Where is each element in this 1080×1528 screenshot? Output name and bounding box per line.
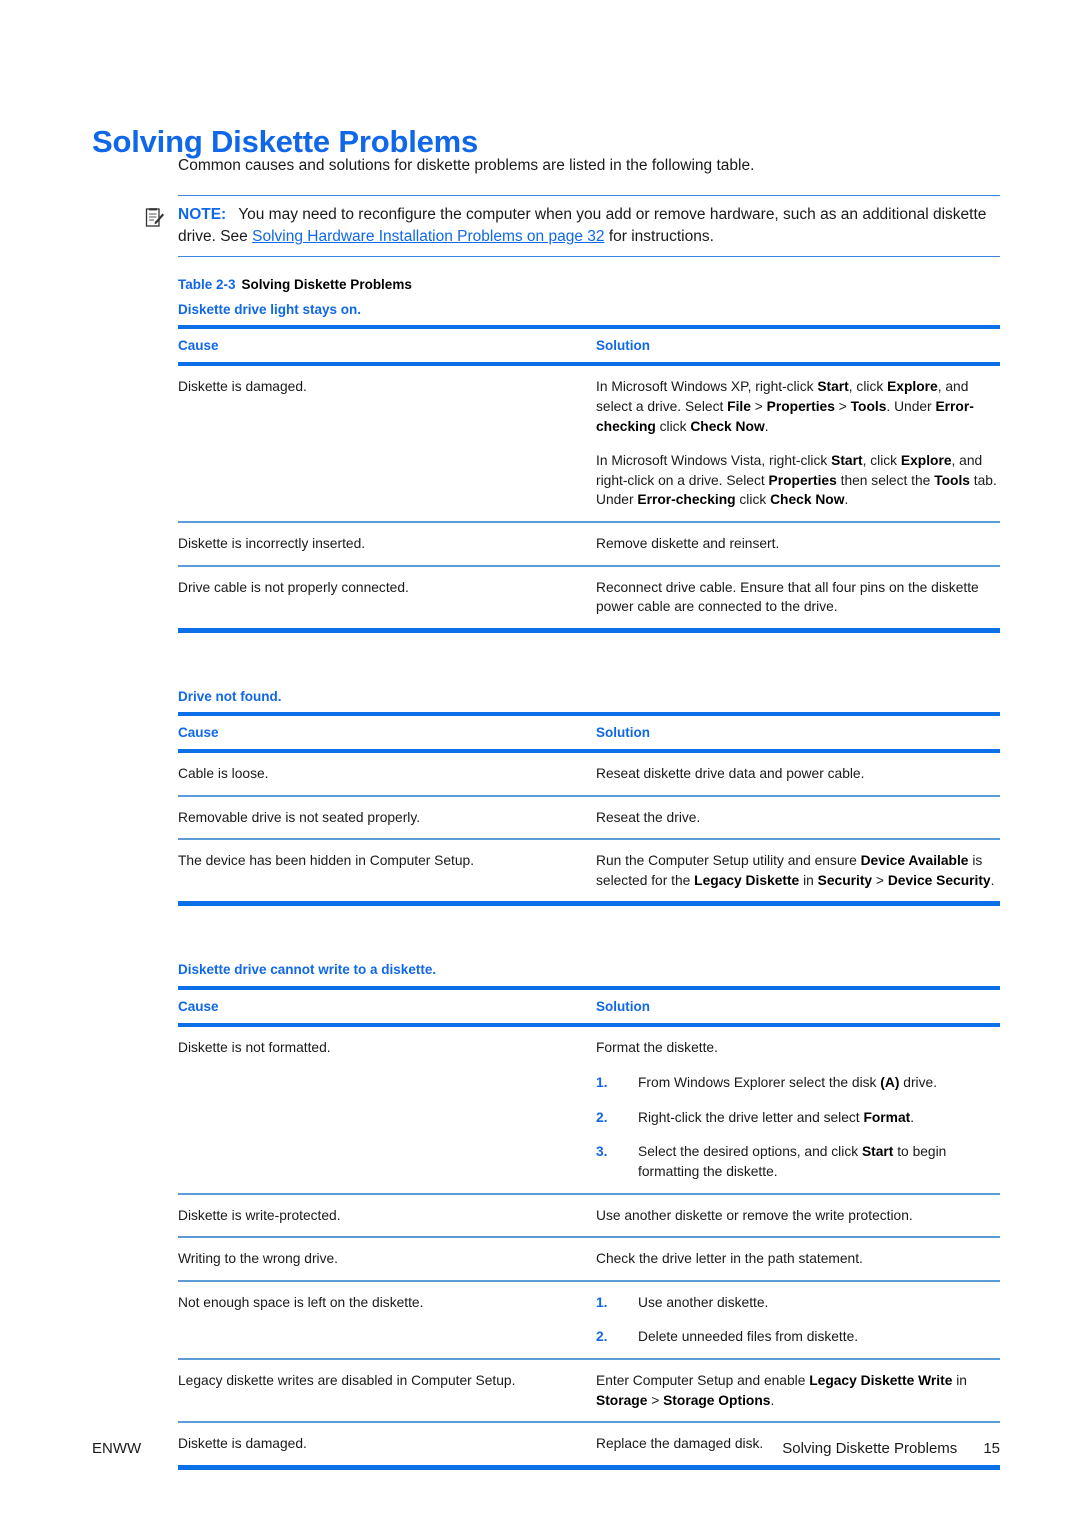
cell-cause: Diskette is incorrectly inserted. bbox=[178, 535, 366, 551]
table-caption: Table 2-3 Solving Diskette Problems bbox=[178, 277, 1000, 293]
intro-paragraph: Common causes and solutions for diskette… bbox=[178, 157, 755, 174]
solution-step-item: 3. Select the desired options, and click … bbox=[596, 1142, 1000, 1181]
cell-solution: 1. Use another diskette. 2. Delete unneeded… bbox=[596, 1293, 1000, 1347]
solution-step-list: 1. Use another diskette. 2. Delete unneeded… bbox=[596, 1293, 1000, 1347]
cell-solution: Check the drive letter in the path state… bbox=[596, 1249, 1000, 1269]
note-clipboard-icon bbox=[145, 206, 165, 228]
step-text: Select the desired options, and click St… bbox=[638, 1144, 947, 1180]
table-caption-number: Table 2-3 bbox=[178, 276, 236, 292]
table-bottom-rule bbox=[178, 627, 1000, 633]
solution-paragraph: Run the Computer Setup utility and ensur… bbox=[596, 853, 995, 888]
cell-cause: Legacy diskette writes are disabled in C… bbox=[178, 1372, 516, 1388]
table-caption-text: Solving Diskette Problems bbox=[241, 276, 412, 292]
table-subject-heading: Diskette drive cannot write to a diskett… bbox=[178, 962, 437, 978]
table-row: Writing to the wrong drive. Check the dri… bbox=[178, 1238, 1000, 1280]
footer-right-group: Solving Diskette Problems 15 bbox=[782, 1440, 1000, 1457]
table-row: Cable is loose. Reseat diskette drive dat… bbox=[178, 753, 1000, 795]
page-content: Common causes and solutions for diskette… bbox=[145, 156, 1000, 1470]
cell-solution: Format the diskette. 1. From Windows Explo… bbox=[596, 1038, 1000, 1182]
table-row: Removable drive is not seated properly. R… bbox=[178, 797, 1000, 839]
solution-paragraph: Use another diskette or remove the write… bbox=[596, 1207, 913, 1223]
cell-solution: Reseat diskette drive data and power cab… bbox=[596, 764, 1000, 784]
cell-solution: Reseat the drive. bbox=[596, 808, 1000, 828]
solution-step-item: 1. Use another diskette. bbox=[596, 1293, 1000, 1313]
cell-solution: Use another diskette or remove the write… bbox=[596, 1206, 1000, 1226]
cell-solution: Enter Computer Setup and enable Legacy D… bbox=[596, 1371, 1000, 1410]
column-header-cause: Cause bbox=[178, 724, 219, 740]
column-header-cause: Cause bbox=[178, 998, 219, 1014]
cell-cause: Drive cable is not properly connected. bbox=[178, 579, 409, 595]
cell-cause: Writing to the wrong drive. bbox=[178, 1251, 339, 1267]
cell-cause: Diskette is damaged. bbox=[178, 379, 307, 395]
step-text: From Windows Explorer select the disk (A… bbox=[638, 1075, 938, 1091]
column-header-solution: Solution bbox=[596, 338, 650, 354]
table-row: The device has been hidden in Computer S… bbox=[178, 840, 1000, 901]
table-row: Not enough space is left on the diskette… bbox=[178, 1282, 1000, 1358]
cell-solution: Run the Computer Setup utility and ensur… bbox=[596, 851, 1000, 890]
solution-paragraph: Reseat the drive. bbox=[596, 809, 701, 825]
tables-container: Diskette drive light stays on. Cause Solut… bbox=[178, 302, 1000, 1470]
note-text-after: for instructions. bbox=[604, 227, 714, 245]
table-row: Legacy diskette writes are disabled in C… bbox=[178, 1360, 1000, 1421]
table-subject-heading: Diskette drive light stays on. bbox=[178, 302, 362, 318]
step-number: 2. bbox=[596, 1109, 608, 1125]
document-page: Solving Diskette Problems Common causes … bbox=[0, 0, 1080, 1528]
problem-table: Diskette drive light stays on. Cause Solut… bbox=[178, 302, 1000, 633]
cell-solution: In Microsoft Windows XP, right-click Sta… bbox=[596, 377, 1000, 509]
step-text: Right-click the drive letter and select … bbox=[638, 1109, 915, 1125]
note-cross-reference-link[interactable]: Solving Hardware Installation Problems o… bbox=[252, 228, 604, 245]
footer-page-number: 15 bbox=[983, 1440, 1000, 1457]
cell-cause: Cable is loose. bbox=[178, 766, 269, 782]
table-row: Diskette is damaged. In Microsoft Windows… bbox=[178, 366, 1000, 520]
table-bottom-rule bbox=[178, 901, 1000, 907]
step-number: 2. bbox=[596, 1329, 608, 1345]
table-subject-heading: Drive not found. bbox=[178, 688, 282, 704]
solution-step-item: 1. From Windows Explorer select the disk … bbox=[596, 1073, 1000, 1093]
cell-cause: Diskette is not formatted. bbox=[178, 1039, 331, 1055]
solution-step-item: 2. Delete unneeded files from diskette. bbox=[596, 1327, 1000, 1347]
cell-cause: The device has been hidden in Computer S… bbox=[178, 853, 475, 869]
note-block: NOTE: You may need to reconfigure the com… bbox=[145, 194, 1000, 257]
solution-paragraph: Reseat diskette drive data and power cab… bbox=[596, 766, 865, 782]
problem-table: Diskette drive cannot write to a diskett… bbox=[178, 962, 1000, 1470]
table-row: Diskette is write-protected. Use another … bbox=[178, 1195, 1000, 1237]
table-header-row: Cause Solution bbox=[178, 329, 1000, 362]
step-text: Delete unneeded files from diskette. bbox=[638, 1329, 859, 1345]
solution-paragraph: Enter Computer Setup and enable Legacy D… bbox=[596, 1372, 967, 1408]
cell-cause: Diskette is write-protected. bbox=[178, 1207, 341, 1223]
solution-paragraph: Format the diskette. bbox=[596, 1039, 718, 1055]
cell-cause: Removable drive is not seated properly. bbox=[178, 809, 421, 825]
table-row: Diskette is not formatted. Format the dis… bbox=[178, 1027, 1000, 1193]
step-text: Use another diskette. bbox=[638, 1294, 769, 1310]
solution-paragraph: In Microsoft Windows XP, right-click Sta… bbox=[596, 379, 974, 434]
column-header-solution: Solution bbox=[596, 724, 650, 740]
column-header-solution: Solution bbox=[596, 998, 650, 1014]
note-label: NOTE: bbox=[178, 205, 227, 223]
problem-table: Drive not found. Cause Solution Cable is lo… bbox=[178, 689, 1000, 907]
solution-paragraph: Remove diskette and reinsert. bbox=[596, 535, 780, 551]
footer-enww-label: ENWW bbox=[92, 1440, 142, 1457]
cell-solution: Reconnect drive cable. Ensure that all f… bbox=[596, 578, 1000, 617]
solution-step-list: 1. From Windows Explorer select the disk … bbox=[596, 1073, 1000, 1181]
page-title: Solving Diskette Problems bbox=[92, 123, 479, 159]
footer-section-title: Solving Diskette Problems bbox=[782, 1440, 958, 1457]
table-header-row: Cause Solution bbox=[178, 990, 1000, 1023]
solution-step-item: 2. Right-click the drive letter and selec… bbox=[596, 1108, 1000, 1128]
table-row: Drive cable is not properly connected. Re… bbox=[178, 567, 1000, 628]
column-header-cause: Cause bbox=[178, 338, 219, 354]
step-number: 1. bbox=[596, 1075, 608, 1091]
note-text: NOTE: You may need to reconfigure the com… bbox=[178, 204, 1000, 248]
step-number: 3. bbox=[596, 1144, 608, 1160]
table-header-row: Cause Solution bbox=[178, 716, 1000, 749]
table-row: Diskette is incorrectly inserted. Remove … bbox=[178, 523, 1000, 565]
step-number: 1. bbox=[596, 1294, 608, 1310]
page-footer: ENWW Solving Diskette Problems 15 bbox=[92, 1440, 1000, 1457]
cell-cause: Not enough space is left on the diskette… bbox=[178, 1294, 424, 1310]
solution-paragraph: Check the drive letter in the path state… bbox=[596, 1251, 863, 1267]
solution-paragraph: In Microsoft Windows Vista, right-click … bbox=[596, 453, 997, 508]
table-bottom-rule bbox=[178, 1464, 1000, 1470]
cell-solution: Remove diskette and reinsert. bbox=[596, 534, 1000, 554]
solution-paragraph: Reconnect drive cable. Ensure that all f… bbox=[596, 579, 979, 615]
